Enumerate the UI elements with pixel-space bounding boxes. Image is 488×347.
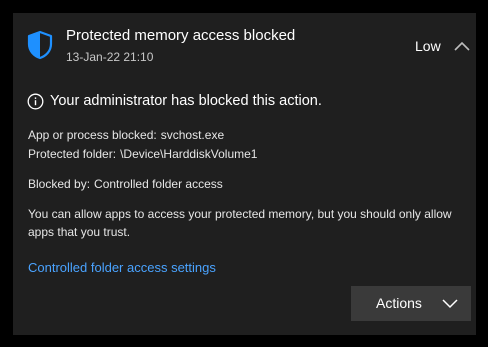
actions-button-label: Actions xyxy=(376,295,422,311)
chevron-up-icon[interactable] xyxy=(453,39,471,53)
notification-card: Protected memory access blocked 13-Jan-2… xyxy=(13,13,476,335)
severity-label: Low xyxy=(415,38,441,54)
app-blocked-row: App or process blocked: svchost.exe xyxy=(28,128,224,142)
actions-button[interactable]: Actions xyxy=(351,286,471,321)
controlled-folder-access-settings-link[interactable]: Controlled folder access settings xyxy=(28,260,216,275)
protected-folder-row: Protected folder: \Device\HarddiskVolume1 xyxy=(28,147,257,161)
blocked-by-row: Blocked by: Controlled folder access xyxy=(28,177,223,191)
notification-title: Protected memory access blocked xyxy=(66,27,296,44)
headline-row: Your administrator has blocked this acti… xyxy=(27,92,322,110)
info-icon xyxy=(27,93,44,109)
app-blocked-label: App or process blocked: xyxy=(28,128,157,142)
headline-text: Your administrator has blocked this acti… xyxy=(50,93,322,109)
protected-folder-value: \Device\HarddiskVolume1 xyxy=(120,147,258,161)
protected-folder-label: Protected folder: xyxy=(28,147,117,161)
blocked-by-value: Controlled folder access xyxy=(94,177,223,191)
chevron-down-icon xyxy=(442,299,458,309)
blocked-by-label: Blocked by: xyxy=(28,177,91,191)
notification-message: You can allow apps to access your protec… xyxy=(28,207,452,239)
app-blocked-value: svchost.exe xyxy=(160,128,225,142)
notification-timestamp: 13-Jan-22 21:10 xyxy=(66,50,154,64)
shield-icon xyxy=(27,30,53,60)
